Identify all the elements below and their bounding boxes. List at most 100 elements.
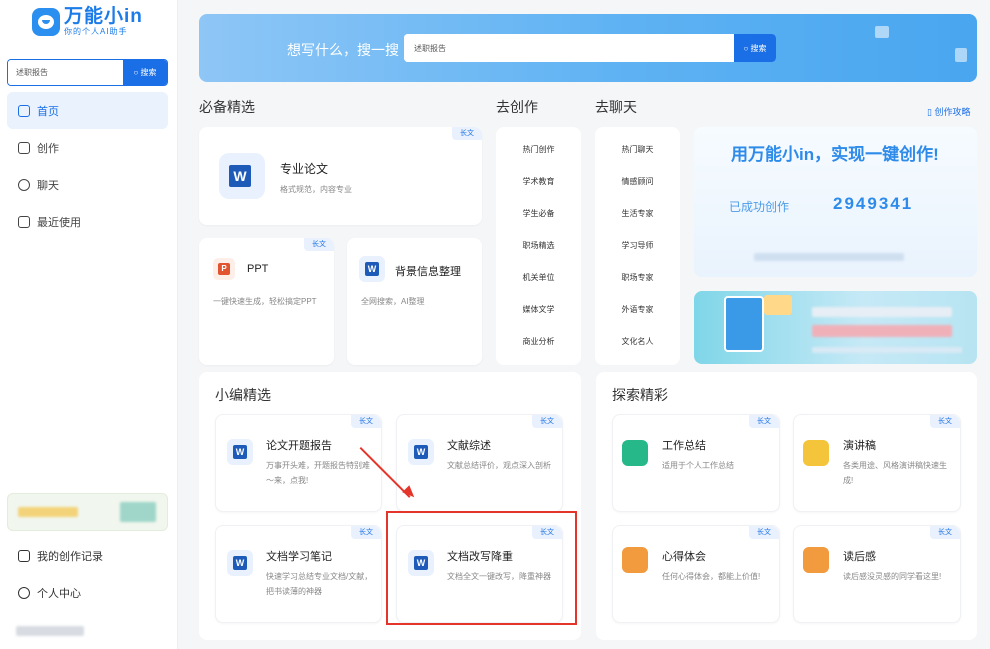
sidebar-search-button-label: 搜索: [140, 68, 157, 77]
checklist-icon: [622, 440, 648, 466]
notebook-icon: [803, 547, 829, 573]
create-category-item[interactable]: 商业分析: [496, 336, 581, 347]
tag-badge: 长文: [749, 526, 779, 539]
create-category-list: 热门创作 学术教育 学生必备 职场精选 机关单位 媒体文学 商业分析: [496, 127, 581, 365]
chat-category-item[interactable]: 生活专家: [595, 208, 680, 219]
chat-icon: [18, 178, 30, 191]
stats-count: 2949341: [833, 194, 914, 213]
sidebar-search: ○ 搜索: [7, 59, 168, 86]
card-illustration: [764, 295, 792, 315]
create-category-item[interactable]: 职场精选: [496, 240, 581, 251]
hero-search-button[interactable]: ○ 搜索: [734, 34, 776, 62]
chat-category-list: 热门聊天 情感顾问 生活专家 学习导师 职场专家 外语专家 文化名人: [595, 127, 680, 365]
sidebar-item-chat[interactable]: 聊天: [7, 166, 168, 203]
section-title-create: 去创作: [496, 101, 538, 116]
edit-icon: [18, 141, 30, 154]
stats-label: 已成功创作: [729, 200, 790, 214]
brand-subtitle: 你的个人AI助手: [64, 27, 128, 36]
card-reflection[interactable]: 长文 心得体会 任何心得体会，都能上价值!: [612, 525, 780, 623]
card-desc: 适用于个人工作总结: [662, 461, 734, 470]
sidebar-item-label: 首页: [37, 105, 59, 118]
sidebar-item-create[interactable]: 创作: [7, 129, 168, 166]
notebook-icon: [622, 547, 648, 573]
card-title: 读后感: [843, 551, 876, 563]
card-title: PPT: [247, 263, 269, 275]
card-desc: 文献总结评价，观点深入剖析: [447, 461, 551, 470]
home-icon: [18, 104, 30, 117]
logo-icon: [32, 7, 60, 36]
promo-banner[interactable]: [694, 291, 977, 364]
create-category-item[interactable]: 学术教育: [496, 176, 581, 187]
chat-category-item[interactable]: 职场专家: [595, 272, 680, 283]
document-icon: [18, 550, 30, 562]
card-literature-review[interactable]: 长文 文献综述 文献总结评价，观点深入剖析: [396, 414, 563, 512]
brand-logo[interactable]: 万能小in 你的个人AI助手: [32, 7, 143, 36]
guide-link[interactable]: ▯ 创作攻略: [927, 105, 970, 118]
create-category-item[interactable]: 机关单位: [496, 272, 581, 283]
card-book-review[interactable]: 长文 读后感 读后感没灵感的同学看这里!: [793, 525, 961, 623]
sidebar-search-input[interactable]: [8, 60, 123, 85]
hero-search-input[interactable]: [404, 34, 734, 62]
annotation-highlight-box: [386, 511, 577, 625]
sidebar-item-label: 最近使用: [37, 216, 81, 229]
section-title-editor: 小编精选: [215, 389, 271, 404]
sidebar-item-home[interactable]: 首页: [7, 92, 168, 129]
card-ppt[interactable]: 长文 PPT 一键快速生成，轻松搞定PPT: [199, 238, 334, 365]
card-title: 专业论文: [280, 162, 329, 176]
user-account-blurred[interactable]: [16, 625, 84, 639]
chat-category-item[interactable]: 学习导师: [595, 240, 680, 251]
tag-badge: 长文: [930, 526, 960, 539]
ppt-icon: [213, 258, 235, 280]
chat-category-item[interactable]: 文化名人: [595, 336, 680, 347]
sidebar-item-profile[interactable]: 个人中心: [18, 585, 81, 601]
section-title-chat: 去聊天: [595, 101, 637, 116]
sidebar-item-recent[interactable]: 最近使用: [7, 203, 168, 240]
card-study-notes[interactable]: 长文 文档学习笔记 快速学习总结专业文档/文献，把书读薄的神器: [215, 525, 382, 623]
sidebar-search-button[interactable]: ○ 搜索: [123, 60, 167, 85]
sidebar-item-label: 创作: [37, 142, 59, 155]
microphone-icon: [803, 440, 829, 466]
word-icon: [359, 256, 385, 282]
card-proposal-report[interactable]: 长文 论文开题报告 万事开头难，开题报告特别难～来，点我!: [215, 414, 382, 512]
card-title: 演讲稿: [843, 440, 876, 452]
card-work-summary[interactable]: 长文 工作总结 适用于个人工作总结: [612, 414, 780, 512]
card-thesis[interactable]: 长文 专业论文 格式规范，内容专业: [199, 127, 482, 225]
sidebar-promo-banner[interactable]: [7, 493, 168, 531]
sidebar-item-label: 个人中心: [37, 588, 81, 600]
hero-prompt: 想写什么，搜一搜: [287, 44, 399, 59]
card-desc: 各类用途、风格演讲稿快速生成!: [843, 461, 947, 485]
tag-badge: 长文: [930, 415, 960, 428]
tag-badge: 长文: [532, 415, 562, 428]
chat-category-item[interactable]: 热门聊天: [595, 144, 680, 155]
card-background-info[interactable]: 背景信息整理 全网搜索，AI整理: [347, 238, 482, 365]
card-desc: 全网搜索，AI整理: [361, 297, 425, 306]
create-category-item[interactable]: 学生必备: [496, 208, 581, 219]
search-icon: ○: [743, 43, 751, 53]
card-desc: 格式规范，内容专业: [280, 185, 352, 194]
sidebar: 万能小in 你的个人AI助手 ○ 搜索 首页 创作 聊天 最近使用 我的创作记录…: [0, 0, 178, 649]
phone-illustration: [724, 296, 764, 352]
card-speech[interactable]: 长文 演讲稿 各类用途、风格演讲稿快速生成!: [793, 414, 961, 512]
search-icon: ○: [133, 68, 141, 77]
stats-card: 用万能小in，实现一键创作! 已成功创作 2949341: [694, 127, 977, 277]
card-desc: 万事开头难，开题报告特别难～来，点我!: [266, 461, 370, 485]
guide-link-label: 创作攻略: [934, 107, 971, 117]
user-icon: [18, 587, 30, 599]
create-category-item[interactable]: 媒体文学: [496, 304, 581, 315]
history-icon: [18, 215, 30, 228]
create-category-item[interactable]: 热门创作: [496, 144, 581, 155]
tag-badge: 长文: [749, 415, 779, 428]
chat-category-item[interactable]: 外语专家: [595, 304, 680, 315]
word-icon: [227, 439, 253, 465]
brand-title: 万能小in: [64, 6, 143, 27]
sidebar-item-my-records[interactable]: 我的创作记录: [18, 548, 103, 564]
card-title: 文档学习笔记: [266, 551, 332, 563]
document-icon: [955, 48, 967, 62]
tag-badge: 长文: [304, 238, 334, 251]
card-title: 工作总结: [662, 440, 706, 452]
sidebar-item-label: 聊天: [37, 179, 59, 192]
stats-title: 用万能小in，实现一键创作!: [731, 145, 939, 164]
tag-badge: 长文: [452, 127, 482, 140]
card-desc: 读后感没灵感的同学看这里!: [843, 572, 942, 581]
chat-category-item[interactable]: 情感顾问: [595, 176, 680, 187]
